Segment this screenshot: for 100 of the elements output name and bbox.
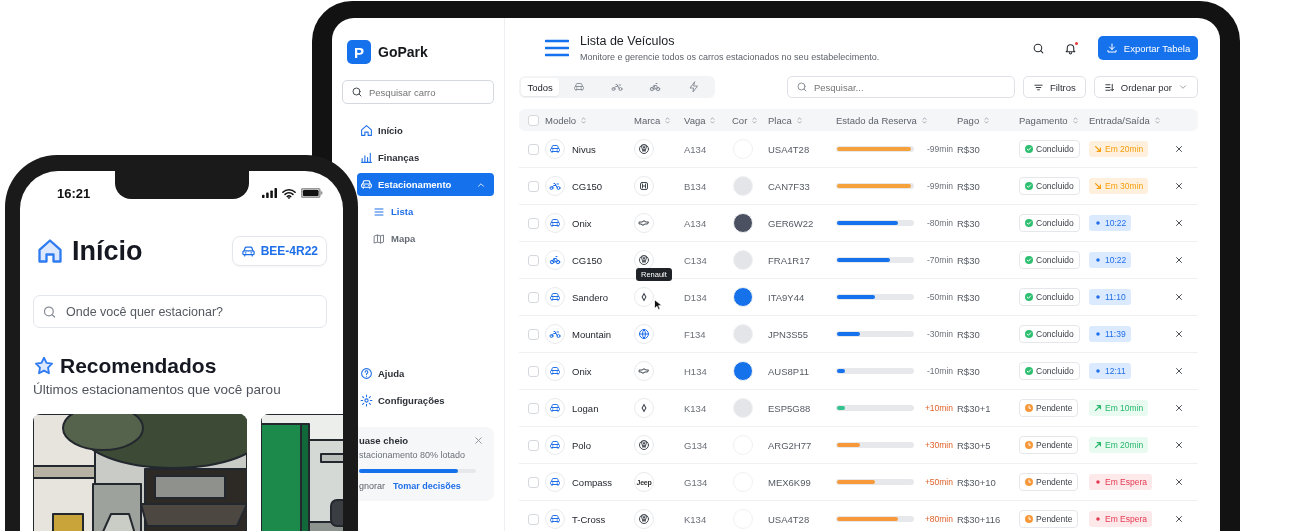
entry-status: 10:22 <box>1089 215 1132 231</box>
table-cell-text: ARG2H77 <box>768 439 813 451</box>
nav-item[interactable]: Finanças <box>357 146 494 169</box>
entry-status: Em 30min <box>1089 178 1149 194</box>
time-reading: -30min <box>926 329 953 339</box>
bicycle-icon <box>649 81 662 93</box>
select-all-checkbox[interactable] <box>528 114 539 126</box>
time-reading: -80min <box>926 218 953 228</box>
table-cell: Nivus <box>572 143 596 155</box>
dismiss-link[interactable]: gnorar <box>359 481 385 491</box>
clock-icon <box>1025 478 1033 486</box>
close-icon[interactable] <box>1174 144 1184 154</box>
filter-button[interactable]: Filtros <box>1022 76 1086 98</box>
row-checkbox[interactable] <box>528 513 539 525</box>
close-icon[interactable] <box>1174 218 1184 228</box>
payment-status: Pendente <box>1019 436 1079 454</box>
row-checkbox[interactable] <box>528 143 539 155</box>
row-checkbox[interactable] <box>528 180 539 192</box>
app-logo: P <box>347 40 371 64</box>
search-field[interactable]: Pesquisar... <box>786 76 1015 98</box>
time-reading: +30min <box>923 440 953 450</box>
column-header[interactable]: Entrada/Saída <box>1089 114 1165 126</box>
row-checkbox[interactable] <box>528 476 539 488</box>
close-icon[interactable] <box>1174 366 1184 376</box>
search-field[interactable]: Onde você quer estacionar? <box>33 295 327 328</box>
car-icon <box>572 81 585 93</box>
chevron-down-icon <box>1178 82 1188 92</box>
sort-arrows-icon <box>794 115 804 125</box>
close-icon[interactable] <box>1174 292 1184 302</box>
column-header[interactable]: Pagamento <box>1019 114 1085 126</box>
table-cell: Onix <box>572 365 592 377</box>
filter-tab[interactable]: Todos <box>521 78 560 96</box>
table-cell-text: GER6W22 <box>768 217 815 229</box>
row-checkbox[interactable] <box>528 439 539 451</box>
payment-status: Concluido <box>1019 140 1080 158</box>
column-header[interactable]: Pago <box>957 114 1015 126</box>
column-header[interactable]: Marca <box>634 114 680 126</box>
table-cell-text: FRA1R17 <box>768 254 811 266</box>
action-link[interactable]: Tomar decisões <box>393 481 461 491</box>
table-cell-text: R$30 <box>957 291 981 303</box>
close-icon[interactable] <box>1174 440 1184 450</box>
search-icon <box>795 81 808 93</box>
close-icon[interactable] <box>1174 403 1184 413</box>
search-field[interactable]: Pesquisar carro <box>342 80 494 104</box>
table-cell-text: G134 <box>684 439 709 451</box>
search-icon[interactable] <box>1032 41 1045 55</box>
settings-icon <box>360 394 373 407</box>
plate-button[interactable]: BEE-4R22 <box>231 236 327 266</box>
column-header[interactable]: Estado da Reserva <box>836 114 953 126</box>
check-icon <box>1025 330 1033 338</box>
sort-arrows-icon <box>708 115 718 125</box>
bar-chart-icon <box>360 151 373 164</box>
column-header[interactable]: Placa <box>768 114 832 126</box>
table-cell-text: K134 <box>684 402 708 414</box>
status-time: 16:21 <box>57 185 91 201</box>
close-icon[interactable] <box>1174 514 1184 524</box>
sort-arrows-icon <box>982 115 992 125</box>
close-icon[interactable] <box>1174 329 1184 339</box>
payment-status: Concluido <box>1019 325 1080 343</box>
nav-subitem[interactable]: Lista <box>357 200 494 223</box>
page-subtitle: Monitore e gerencie todos os carros estacionados no seu estabelecimento. <box>580 52 881 62</box>
nav-subitem[interactable]: Mapa <box>357 227 494 250</box>
row-checkbox[interactable] <box>528 291 539 303</box>
table-cell-text: R$30 <box>957 143 981 155</box>
row-checkbox[interactable] <box>528 217 539 229</box>
row-checkbox[interactable] <box>528 365 539 377</box>
page-title: Lista de Veículos <box>580 34 676 48</box>
section-subtitle: Últimos estacionamentos que você parou <box>33 382 282 397</box>
nav-item[interactable]: Estacionamento <box>357 173 494 196</box>
nav-item[interactable]: Ajuda <box>357 362 494 385</box>
column-header[interactable]: Modelo <box>545 114 630 126</box>
table-cell: Compass <box>572 476 613 488</box>
sort-arrows-icon <box>750 115 760 125</box>
entry-status: 12:11 <box>1089 363 1131 379</box>
table-cell-text: A134 <box>684 143 708 155</box>
table-cell-text: R$30 <box>957 365 981 377</box>
nav-item[interactable]: Início <box>357 119 494 142</box>
table-cell-text: ITA9Y44 <box>768 291 806 303</box>
column-header[interactable]: Cor <box>732 114 764 126</box>
time-reading: +80min <box>923 514 953 524</box>
row-checkbox[interactable] <box>528 328 539 340</box>
export-button[interactable]: Exportar Tabela <box>1098 36 1198 60</box>
sort-arrows-icon <box>663 115 673 125</box>
column-header[interactable]: Vaga <box>684 114 728 126</box>
table-cell-text: R$30+10 <box>957 476 997 488</box>
menu-icon[interactable] <box>545 38 569 58</box>
bell-icon[interactable] <box>1064 41 1077 55</box>
row-checkbox[interactable] <box>528 254 539 266</box>
close-icon[interactable] <box>1174 477 1184 487</box>
sort-dropdown[interactable]: Ordenar por <box>1093 76 1198 98</box>
close-icon[interactable] <box>1174 181 1184 191</box>
table-cell-text: USA4T28 <box>768 513 811 525</box>
table-cell-text: H134 <box>684 365 708 377</box>
table-cell-text: G134 <box>684 476 709 488</box>
entry-status: 10:22 <box>1089 252 1132 268</box>
table-cell-text: CAN7F33 <box>768 180 811 192</box>
close-icon[interactable] <box>1174 255 1184 265</box>
clock-icon <box>1025 441 1033 449</box>
nav-item[interactable]: Configurações <box>357 389 494 412</box>
row-checkbox[interactable] <box>528 402 539 414</box>
